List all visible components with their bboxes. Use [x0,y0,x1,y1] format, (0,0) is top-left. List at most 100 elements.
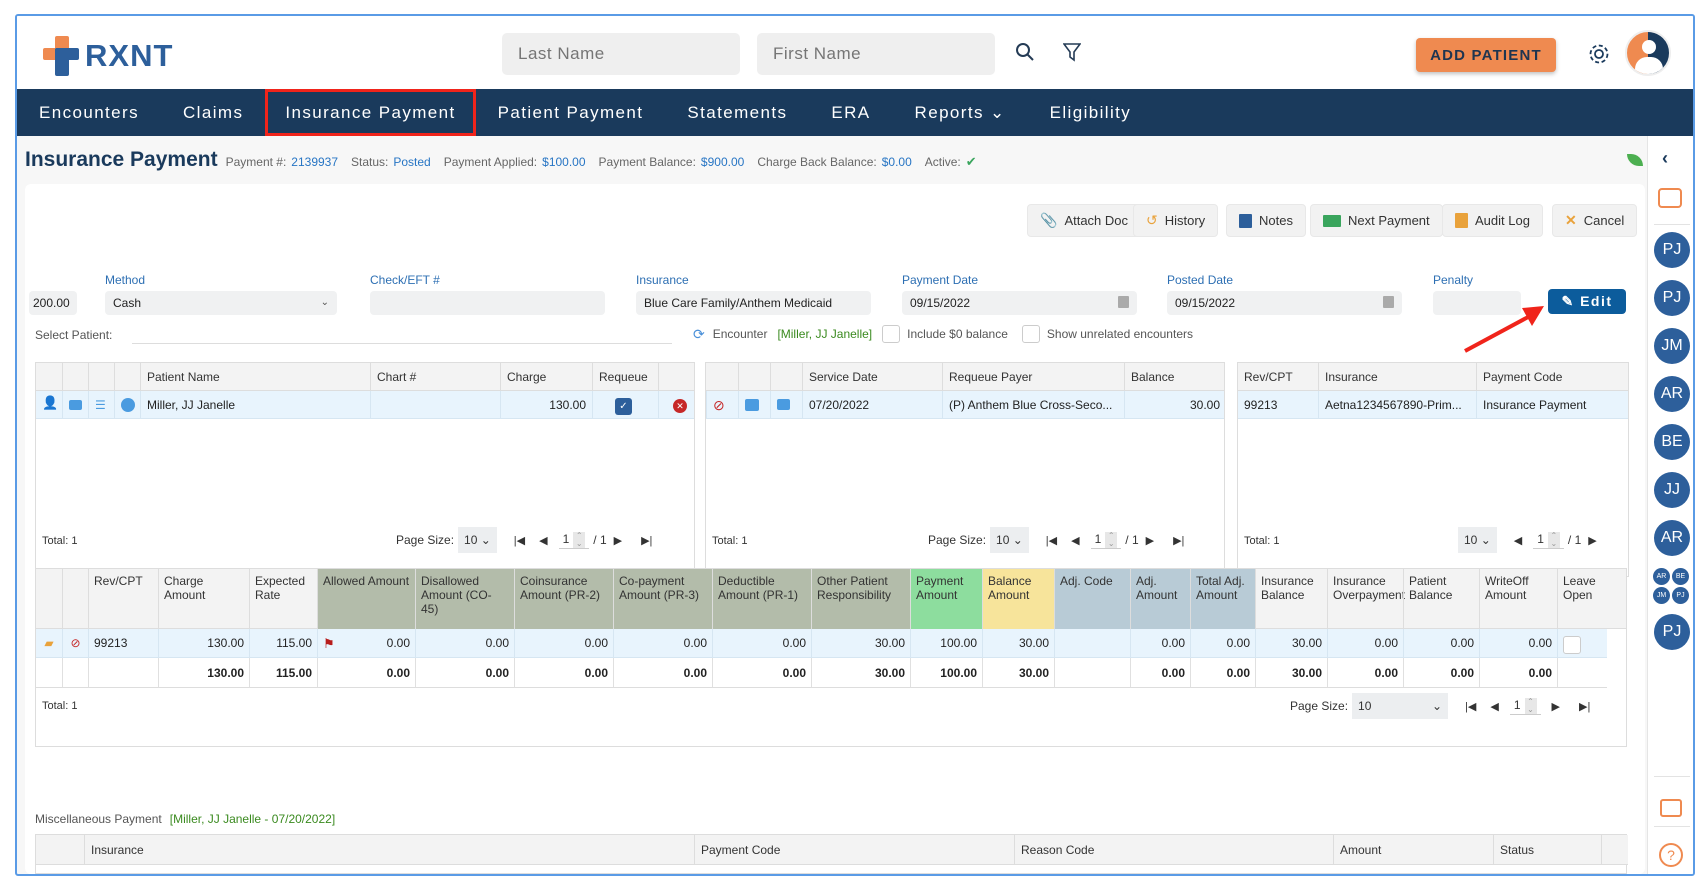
user-avatar-ar[interactable]: AR [1654,520,1690,556]
attach-doc-button[interactable]: 📎 Attach Doc [1027,204,1142,237]
col-service-date[interactable]: Service Date [802,363,942,391]
spinner-icon[interactable]: ⌃ ⌄ [1105,531,1118,548]
col-disallowed-amount-co-45[interactable]: Disallowed Amount (CO-45) [415,569,514,629]
table-row[interactable]: 👤 ☰ Miller, JJ Janelle 130.00 ✓ ✕ [36,391,694,419]
col-writeoff-amount[interactable]: WriteOff Amount [1479,569,1557,629]
col-coinsurance-amount-pr-2[interactable]: Coinsurance Amount (PR-2) [514,569,613,629]
ban-icon[interactable]: ⊘ [706,391,738,419]
col-rev-cpt[interactable]: Rev/CPT [1238,363,1318,391]
filter-icon[interactable] [1060,42,1084,66]
id-card-icon[interactable] [745,399,759,411]
flag-icon[interactable]: ⚑ [323,629,335,658]
remove-icon[interactable]: ✕ [673,399,687,413]
next-page-icon[interactable]: ▶ [614,534,622,547]
help-icon[interactable]: ? [1659,843,1683,867]
posted-date-input[interactable]: 09/15/2022 [1167,291,1402,315]
page-size-select[interactable]: 10 ⌄ [458,527,497,553]
calendar-icon[interactable] [1118,296,1129,308]
requeue-checkbox[interactable]: ✓ [615,398,632,415]
refresh-icon[interactable]: ⟳ [693,326,705,343]
prev-page-icon[interactable]: ◀ [539,534,547,547]
table-row[interactable]: 99213 Aetna1234567890-Prim... Insurance … [1238,391,1628,419]
col-payment-amount[interactable]: Payment Amount [910,569,982,629]
prev-page-icon[interactable]: ◀ [1514,534,1522,547]
edit-button[interactable]: ✎ Edit [1548,289,1626,314]
col-payment-code[interactable]: Payment Code [694,835,1014,865]
user-avatar[interactable] [1625,30,1671,76]
first-page-icon[interactable]: |◀ [1046,534,1057,547]
dashboard-icon[interactable] [121,398,135,412]
col-payment-code[interactable]: Payment Code [1476,363,1630,391]
last-page-icon[interactable]: ▶| [1173,534,1184,547]
insurance-input[interactable]: Blue Care Family/Anthem Medicaid [636,291,871,315]
payment-date-input[interactable]: 09/15/2022 [902,291,1137,315]
user-avatar-ar[interactable]: AR [1654,376,1690,412]
calendar-icon[interactable] [1383,296,1394,308]
col-patient-balance[interactable]: Patient Balance [1403,569,1479,629]
user-avatar-small-pj[interactable]: PJ [1672,587,1689,604]
nav-statements[interactable]: Statements [665,89,809,136]
col-requeue-payer[interactable]: Requeue Payer [942,363,1124,391]
col-adj-amount[interactable]: Adj. Amount [1130,569,1190,629]
nav-reports[interactable]: Reports ⌄ [893,89,1028,136]
include-zero-checkbox[interactable] [882,325,901,343]
message-icon[interactable] [1660,799,1682,817]
history-button[interactable]: ↺ History [1133,204,1219,237]
col-insurance-overpayment[interactable]: Insurance Overpayment [1327,569,1405,629]
briefcase-icon[interactable] [69,400,82,410]
nav-era[interactable]: ERA [809,89,892,136]
col-allowed-amount[interactable]: Allowed Amount [317,569,415,629]
col-patient-name[interactable]: Patient Name [140,363,370,391]
audit-log-button[interactable]: Audit Log [1442,204,1543,237]
amount-input[interactable]: 200.00 [29,291,77,315]
last-page-icon[interactable]: ▶| [1579,700,1590,713]
leave-open-checkbox[interactable] [1563,635,1581,654]
nav-eligibility[interactable]: Eligibility [1028,89,1154,136]
table-row[interactable]: ⊘ 07/20/2022 (P) Anthem Blue Cross-Seco.… [706,391,1224,419]
user-avatar-pj[interactable]: PJ [1654,614,1690,650]
nav-insurance-payment[interactable]: Insurance Payment [265,89,476,136]
last-name-input[interactable] [502,33,740,75]
col-requeue[interactable]: Requeue [592,363,658,391]
page-size-select[interactable]: 10 ⌄ [990,527,1029,553]
page-number-input[interactable]: 1 ⌃ ⌄ [1509,697,1541,715]
prev-page-icon[interactable]: ◀ [1071,534,1079,547]
nav-claims[interactable]: Claims [161,89,265,136]
user-avatar-pj[interactable]: PJ [1654,280,1690,316]
user-avatar-jj[interactable]: JJ [1654,472,1690,508]
ban-icon[interactable]: ⊘ [62,629,88,658]
user-avatar-small-jm[interactable]: JM [1653,587,1670,604]
next-payment-button[interactable]: Next Payment [1310,204,1443,237]
collapse-chevron-icon[interactable]: ‹ [1662,148,1668,169]
nav-patient-payment[interactable]: Patient Payment [476,89,666,136]
briefcase-icon[interactable] [777,399,790,410]
select-patient-input[interactable] [132,343,672,344]
page-number-input[interactable]: 1 ⌃ ⌄ [1533,531,1564,549]
search-icon[interactable] [1013,42,1037,66]
col-rev-cpt[interactable]: Rev/CPT [88,569,158,629]
col-insurance[interactable]: Insurance [1318,363,1476,391]
user-avatar-small-ar[interactable]: AR [1653,568,1670,585]
first-name-input[interactable] [757,33,995,75]
user-avatar-small-be[interactable]: BE [1672,568,1689,585]
folder-icon[interactable]: ▰ [36,629,62,658]
check-eft-input[interactable] [370,291,605,315]
spinner-icon[interactable]: ⌃ ⌄ [1524,697,1537,714]
list-icon[interactable]: ☰ [88,391,114,419]
col-balance[interactable]: Balance [1124,363,1226,391]
col-expected-rate[interactable]: Expected Rate [249,569,317,629]
cancel-button[interactable]: ✕ Cancel [1552,204,1638,237]
user-avatar-pj[interactable]: PJ [1654,232,1690,268]
page-size-select[interactable]: 10 ⌄ [1352,693,1449,719]
col-leave-open[interactable]: Leave Open [1557,569,1607,629]
last-page-icon[interactable]: ▶| [641,534,652,547]
prev-page-icon[interactable]: ◀ [1490,700,1498,713]
page-number-input[interactable]: 1 ⌃ ⌄ [1090,531,1122,549]
col-insurance[interactable]: Insurance [84,835,694,865]
col-insurance-balance[interactable]: Insurance Balance [1255,569,1327,629]
col-chart[interactable]: Chart # [370,363,500,391]
page-size-select[interactable]: 10 ⌄ [1458,527,1497,553]
col-status[interactable]: Status [1493,835,1601,865]
add-patient-button[interactable]: ADD PATIENT [1416,38,1556,72]
person-icon[interactable]: 👤 [42,395,58,410]
